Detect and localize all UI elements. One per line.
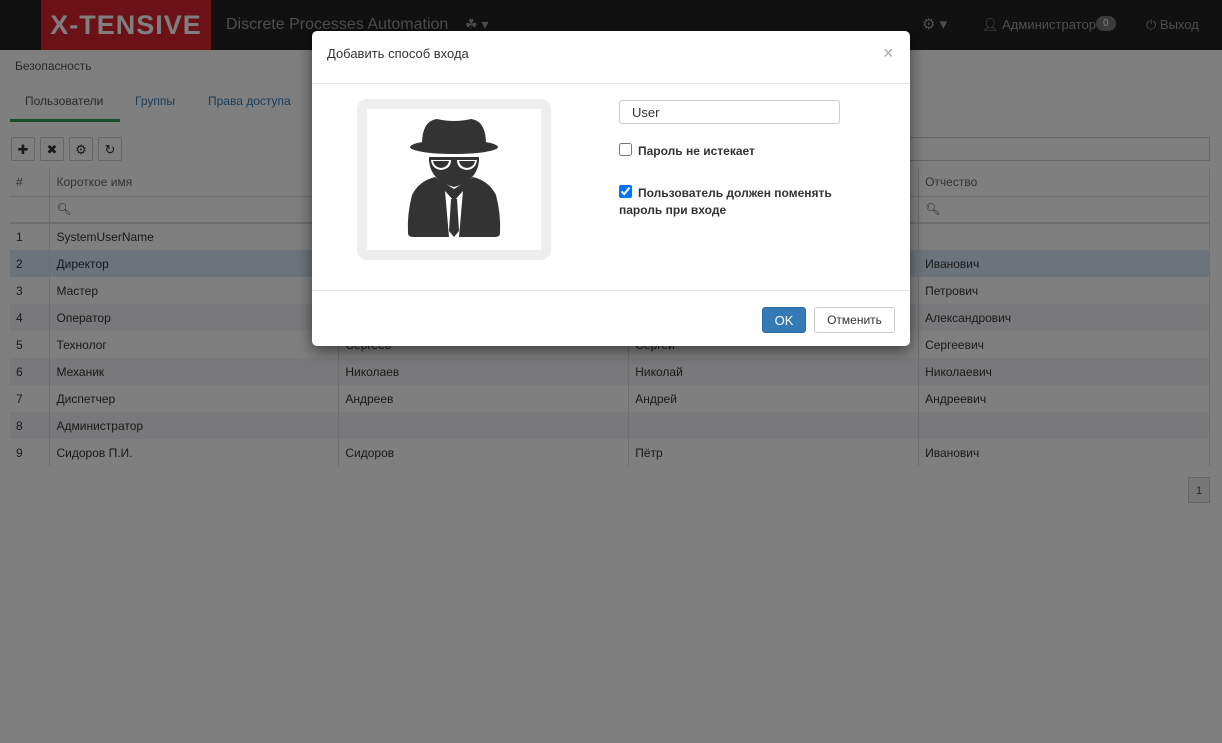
modal-title: Добавить способ входа [327, 46, 469, 61]
password-never-expires-checkbox[interactable] [619, 143, 632, 156]
must-change-password-label-line2[interactable]: пароль при входе [619, 203, 726, 217]
cancel-button[interactable]: Отменить [814, 307, 895, 333]
modal-footer: OK Отменить [312, 290, 910, 347]
close-icon[interactable]: × [883, 43, 894, 64]
password-never-expires-label[interactable]: Пароль не истекает [638, 144, 755, 158]
ok-button[interactable]: OK [762, 307, 806, 333]
avatar [367, 109, 541, 250]
avatar-frame [357, 99, 551, 260]
login-name-input[interactable] [619, 100, 840, 124]
password-never-expires-row: Пароль не истекает [619, 143, 755, 160]
modal-header: Добавить способ входа × [312, 31, 910, 84]
must-change-password-label[interactable]: Пользователь должен поменять [638, 186, 832, 200]
must-change-password-checkbox[interactable] [619, 185, 632, 198]
spy-icon [407, 119, 501, 237]
add-login-method-dialog: Добавить способ входа × User Пароль не и… [312, 31, 910, 346]
must-change-password-row: Пользователь должен поменять пароль при … [619, 185, 859, 219]
